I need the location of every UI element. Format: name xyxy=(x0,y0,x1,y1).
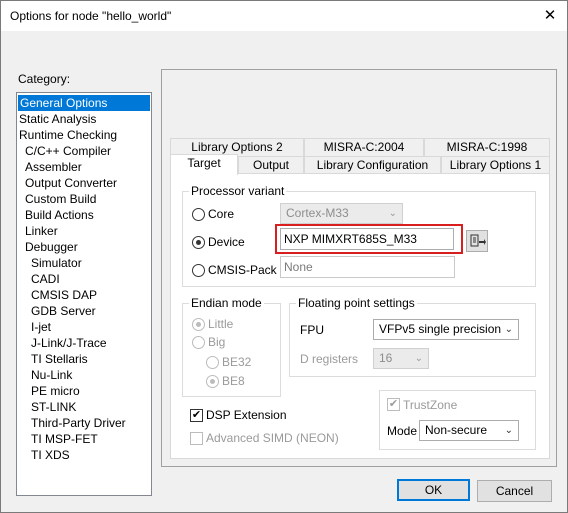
category-item[interactable]: General Options xyxy=(18,95,150,111)
category-item[interactable]: GDB Server xyxy=(17,303,151,319)
device-browse-button[interactable] xyxy=(466,230,488,252)
tab-misra-c-1998[interactable]: MISRA-C:1998 xyxy=(424,138,550,157)
little-endian-radio[interactable] xyxy=(192,318,205,331)
mode-label: Mode xyxy=(387,424,418,438)
advanced-simd-label: Advanced SIMD (NEON) xyxy=(206,431,339,445)
close-icon: ✕ xyxy=(543,7,557,24)
category-item[interactable]: CMSIS DAP xyxy=(17,287,151,303)
chevron-down-icon: ⌄ xyxy=(414,353,423,364)
core-radio[interactable] xyxy=(192,208,205,221)
category-item[interactable]: Runtime Checking xyxy=(17,127,151,143)
device-radio[interactable] xyxy=(192,236,205,249)
processor-variant-title: Processor variant xyxy=(189,184,287,198)
device-select-icon xyxy=(470,234,486,247)
category-item[interactable]: ST-LINK xyxy=(17,399,151,415)
device-field[interactable]: NXP MIMXRT685S_M33 xyxy=(280,228,454,250)
category-item[interactable]: Simulator xyxy=(17,255,151,271)
tab-target[interactable]: Target xyxy=(170,154,238,175)
device-label: Device xyxy=(208,235,245,249)
fpu-label: FPU xyxy=(300,323,324,337)
category-item[interactable]: PE micro xyxy=(17,383,151,399)
advanced-simd-checkbox[interactable] xyxy=(190,432,203,445)
category-list[interactable]: General Options Static Analysis Runtime Ch… xyxy=(16,92,152,496)
cancel-button[interactable]: Cancel xyxy=(477,480,552,502)
be8-radio[interactable] xyxy=(206,375,219,388)
be8-label: BE8 xyxy=(222,374,245,388)
window-title: Options for node "hello_world" xyxy=(10,9,172,23)
trustzone-mode-select[interactable]: Non-secure ⌄ xyxy=(419,420,519,441)
fpu-select[interactable]: VFPv5 single precision ⌄ xyxy=(373,319,519,340)
cmsis-pack-label: CMSIS-Pack xyxy=(208,263,277,277)
tab-misra-c-2004[interactable]: MISRA-C:2004 xyxy=(304,138,424,157)
close-button[interactable]: ✕ xyxy=(533,1,567,31)
cmsis-pack-field[interactable]: None xyxy=(280,256,455,278)
trustzone-checkbox[interactable]: ✔ xyxy=(387,398,400,411)
category-item[interactable]: Custom Build xyxy=(17,191,151,207)
category-item[interactable]: Static Analysis xyxy=(17,111,151,127)
be32-label: BE32 xyxy=(222,355,252,369)
ok-button[interactable]: OK xyxy=(397,479,470,501)
big-endian-label: Big xyxy=(208,335,226,349)
endian-mode-title: Endian mode xyxy=(189,296,264,310)
category-item[interactable]: C/C++ Compiler xyxy=(17,143,151,159)
core-label: Core xyxy=(208,207,235,221)
category-item[interactable]: TI MSP-FET xyxy=(17,431,151,447)
cmsis-pack-radio[interactable] xyxy=(192,264,205,277)
category-item[interactable]: CADI xyxy=(17,271,151,287)
category-item[interactable]: I-jet xyxy=(17,319,151,335)
category-item[interactable]: Nu-Link xyxy=(17,367,151,383)
category-item[interactable]: Debugger xyxy=(17,239,151,255)
category-item[interactable]: TI XDS xyxy=(17,447,151,463)
category-label: Category: xyxy=(18,72,71,86)
category-item[interactable]: Third-Party Driver xyxy=(17,415,151,431)
dsp-extension-label: DSP Extension xyxy=(206,408,287,422)
chevron-down-icon: ⌄ xyxy=(504,425,513,436)
little-endian-label: Little xyxy=(208,317,234,331)
core-select[interactable]: Cortex-M33 ⌄ xyxy=(280,203,403,224)
floating-point-title: Floating point settings xyxy=(296,296,417,310)
category-item[interactable]: Assembler xyxy=(17,159,151,175)
category-item[interactable]: Linker xyxy=(17,223,151,239)
category-item[interactable]: J-Link/J-Trace xyxy=(17,335,151,351)
category-item[interactable]: TI Stellaris xyxy=(17,351,151,367)
dsp-extension-checkbox[interactable]: ✔ xyxy=(190,409,203,422)
big-endian-radio[interactable] xyxy=(192,336,205,349)
d-registers-label: D registers xyxy=(300,352,359,366)
category-item[interactable]: Build Actions xyxy=(17,207,151,223)
trustzone-label: TrustZone xyxy=(403,398,458,412)
options-dialog: Options for node "hello_world" ✕ Categor… xyxy=(0,0,568,513)
title-bar: Options for node "hello_world" ✕ xyxy=(1,1,567,31)
category-item[interactable]: Output Converter xyxy=(17,175,151,191)
be32-radio[interactable] xyxy=(206,356,219,369)
chevron-down-icon: ⌄ xyxy=(504,324,513,335)
d-registers-select[interactable]: 16 ⌄ xyxy=(373,348,429,369)
chevron-down-icon: ⌄ xyxy=(388,208,397,219)
